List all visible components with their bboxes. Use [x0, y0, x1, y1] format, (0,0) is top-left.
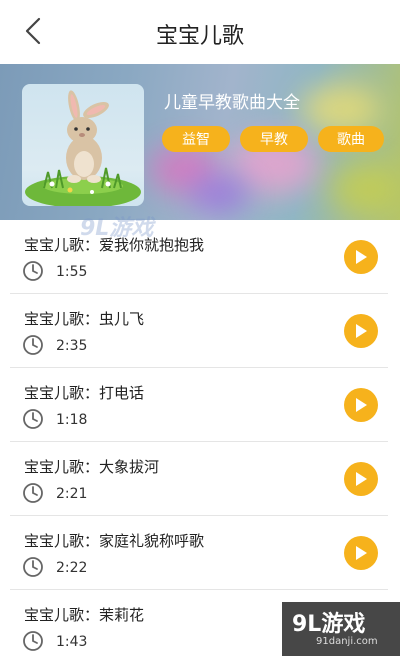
song-duration: 2:21	[56, 486, 88, 502]
song-item[interactable]: 宝宝儿歌：打电话 1:18	[0, 368, 400, 442]
play-icon	[356, 398, 367, 412]
play-button[interactable]	[344, 240, 378, 274]
watermark-badge: 9L游戏 91danji.com	[282, 602, 400, 656]
song-title: 宝宝儿歌：打电话	[24, 384, 145, 402]
song-duration: 1:55	[56, 264, 88, 280]
song-duration: 1:18	[56, 412, 88, 428]
clock-icon	[23, 631, 43, 651]
song-duration: 1:43	[56, 634, 88, 650]
watermark-badge-url: 91danji.com	[316, 636, 378, 647]
play-icon	[356, 324, 367, 338]
song-duration: 2:22	[56, 560, 88, 576]
song-title: 宝宝儿歌：茉莉花	[24, 606, 145, 624]
tag-2[interactable]: 歌曲	[318, 126, 384, 152]
clock-icon	[23, 557, 43, 577]
play-button[interactable]	[344, 314, 378, 348]
clock-icon	[23, 261, 43, 281]
song-title: 宝宝儿歌：家庭礼貌称呼歌	[24, 532, 205, 550]
play-icon	[356, 472, 367, 486]
play-button[interactable]	[344, 388, 378, 422]
clock-icon	[23, 335, 43, 355]
play-button[interactable]	[344, 462, 378, 496]
album-banner: 儿童早教歌曲大全 益智 早教 歌曲	[0, 64, 400, 220]
song-item[interactable]: 宝宝儿歌：爱我你就抱抱我 1:55	[0, 220, 400, 294]
top-bar: 宝宝儿歌	[0, 0, 400, 64]
watermark-center: 9L游戏	[80, 216, 154, 241]
album-cover[interactable]	[22, 84, 144, 206]
song-duration: 2:35	[56, 338, 88, 354]
tag-0[interactable]: 益智	[162, 126, 230, 152]
song-item[interactable]: 宝宝儿歌：家庭礼貌称呼歌 2:22	[0, 516, 400, 590]
album-name: 儿童早教歌曲大全	[164, 93, 300, 113]
bunny-illustration	[25, 90, 141, 206]
song-title: 宝宝儿歌：虫儿飞	[24, 310, 145, 328]
page-title: 宝宝儿歌	[155, 24, 244, 49]
play-icon	[356, 250, 367, 264]
play-icon	[356, 546, 367, 560]
clock-icon	[23, 409, 43, 429]
play-button[interactable]	[344, 536, 378, 570]
clock-icon	[23, 483, 43, 503]
watermark-badge-text: 9L游戏	[292, 612, 366, 637]
song-item[interactable]: 宝宝儿歌：虫儿飞 2:35	[0, 294, 400, 368]
tag-1[interactable]: 早教	[240, 126, 308, 152]
song-item[interactable]: 宝宝儿歌：大象拔河 2:21	[0, 442, 400, 516]
song-title: 宝宝儿歌：大象拔河	[24, 458, 160, 476]
